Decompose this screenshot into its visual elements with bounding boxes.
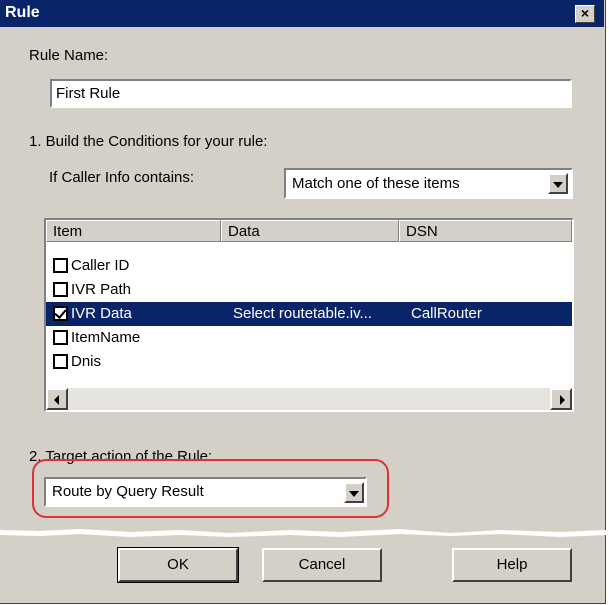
list-item-itemname[interactable]: ItemName — [46, 326, 572, 350]
rule-name-input[interactable]: First Rule — [50, 79, 572, 108]
conditions-list[interactable]: Item Data DSN Caller ID IVR Path IVR Dat… — [44, 218, 574, 412]
checkbox-caller-id[interactable] — [53, 258, 68, 273]
target-action-select[interactable]: Route by Query Result — [44, 477, 367, 507]
rule-dialog: Rule × Rule Name: First Rule 1. Build th… — [0, 0, 606, 604]
chevron-down-icon — [349, 490, 359, 497]
rule-name-label: Rule Name: — [29, 47, 109, 64]
list-item-dnis[interactable]: Dnis — [46, 350, 572, 374]
checkbox-ivr-data[interactable] — [53, 306, 68, 321]
arrow-left-icon — [54, 395, 59, 405]
title-bar[interactable]: Rule × — [0, 0, 604, 27]
scroll-left-button[interactable] — [46, 388, 68, 410]
rule-name-value: First Rule — [56, 85, 121, 102]
checkbox-ivr-path[interactable] — [53, 282, 68, 297]
conditions-section-label: 1. Build the Conditions for your rule: — [29, 133, 268, 150]
list-item-caller-id[interactable]: Caller ID — [46, 254, 572, 278]
horizontal-scrollbar[interactable] — [46, 388, 572, 410]
list-header: Item Data DSN — [46, 220, 572, 242]
close-button[interactable]: × — [575, 5, 595, 23]
checkbox-dnis[interactable] — [53, 354, 68, 369]
target-action-value: Route by Query Result — [52, 483, 204, 500]
caller-info-label: If Caller Info contains: — [49, 169, 195, 186]
close-icon: × — [580, 5, 590, 21]
target-action-dropdown-button[interactable] — [344, 482, 364, 503]
chevron-down-icon — [553, 181, 563, 188]
match-select-dropdown-button[interactable] — [548, 173, 568, 194]
match-select-value: Match one of these items — [292, 175, 460, 192]
column-header-item[interactable]: Item — [46, 220, 221, 242]
column-header-data[interactable]: Data — [221, 220, 399, 242]
ok-button[interactable]: OK — [117, 547, 239, 583]
help-button[interactable]: Help — [452, 548, 572, 582]
list-item-ivr-path[interactable]: IVR Path — [46, 278, 572, 302]
arrow-right-icon — [560, 395, 565, 405]
scroll-right-button[interactable] — [550, 388, 572, 410]
checkbox-itemname[interactable] — [53, 330, 68, 345]
torn-edge-divider — [0, 529, 606, 537]
list-item-ivr-data[interactable]: IVR Data Select routetable.iv... CallRou… — [46, 302, 572, 326]
match-select[interactable]: Match one of these items — [284, 168, 573, 199]
column-header-dsn[interactable]: DSN — [399, 220, 572, 242]
cancel-button[interactable]: Cancel — [262, 548, 382, 582]
window-title: Rule — [5, 4, 40, 21]
